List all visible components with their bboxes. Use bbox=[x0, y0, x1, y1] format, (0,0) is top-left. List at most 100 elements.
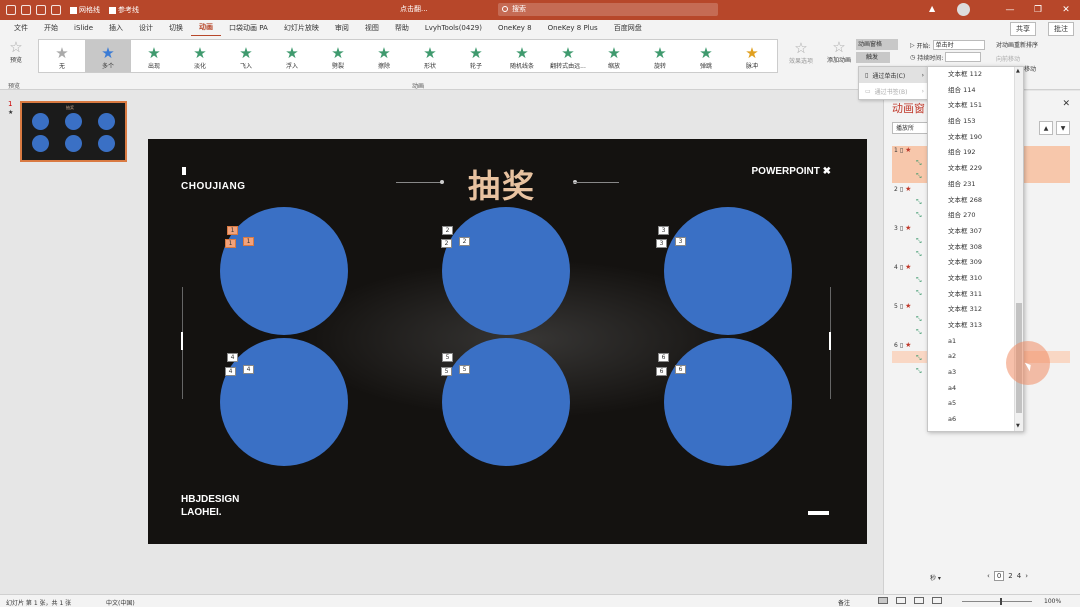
notes-button[interactable]: 备注 bbox=[838, 598, 850, 607]
lottery-circle-5[interactable] bbox=[442, 338, 570, 466]
animation-item[interactable]: 5 ▯ ★ bbox=[894, 302, 916, 310]
object-list-item[interactable]: 组合 114 bbox=[928, 83, 1023, 99]
reading-view-icon[interactable] bbox=[914, 597, 924, 604]
lottery-circle-3[interactable] bbox=[664, 207, 792, 335]
animation-effect-5[interactable]: ★ 浮入 bbox=[269, 40, 315, 72]
motion-path-icon[interactable]: ⤡ bbox=[916, 250, 922, 259]
animation-tag[interactable]: 5 bbox=[459, 365, 470, 374]
move-up-icon[interactable]: ▲ bbox=[1039, 121, 1053, 135]
object-list-item[interactable]: a4 bbox=[928, 381, 1023, 397]
slide-main-title[interactable]: 抽奖 bbox=[468, 161, 536, 207]
animation-item[interactable]: 6 ▯ ★ bbox=[894, 341, 916, 349]
avatar[interactable] bbox=[957, 3, 970, 16]
tab-1[interactable]: 开始 bbox=[36, 20, 66, 36]
redo-icon[interactable] bbox=[36, 5, 46, 15]
object-list-item[interactable]: 组合 153 bbox=[928, 114, 1023, 130]
object-list-item[interactable]: 文本框 313 bbox=[928, 318, 1023, 334]
close-button[interactable]: ✕ bbox=[1052, 5, 1080, 15]
animation-effect-15[interactable]: ★ 脉冲 bbox=[729, 40, 775, 72]
close-icon[interactable]: ✕ bbox=[1062, 99, 1070, 109]
tab-9[interactable]: 审阅 bbox=[327, 20, 357, 36]
object-list-item[interactable]: 文本框 268 bbox=[928, 193, 1023, 209]
tab-2[interactable]: iSlide bbox=[66, 20, 101, 36]
tab-15[interactable]: 百度网盘 bbox=[606, 20, 650, 36]
motion-path-icon[interactable]: ⤡ bbox=[916, 367, 922, 376]
zoom-level[interactable]: 100% bbox=[1044, 598, 1061, 605]
start-select[interactable]: 单击时 bbox=[932, 40, 985, 50]
slide-canvas[interactable]: CHOUJIANG 抽奖 POWERPOINT ✖ 1 1 1 2 2 2 3 … bbox=[148, 139, 867, 544]
animation-pane-button[interactable]: 动画窗格 bbox=[856, 39, 898, 50]
move-earlier-button[interactable]: 向前移动 bbox=[996, 54, 1038, 63]
tab-6[interactable]: 动画 bbox=[191, 19, 222, 37]
animation-effect-0[interactable]: ★ 无 bbox=[39, 40, 85, 72]
language-indicator[interactable]: 中文(中国) bbox=[106, 598, 135, 607]
tab-10[interactable]: 视图 bbox=[357, 20, 387, 36]
object-list-item[interactable]: 文本框 190 bbox=[928, 130, 1023, 146]
object-list-item[interactable]: 文本框 309 bbox=[928, 255, 1023, 271]
add-animation-button[interactable]: ☆ 添加动画 bbox=[824, 40, 854, 65]
present-icon[interactable] bbox=[51, 5, 61, 15]
animation-tag[interactable]: 2 bbox=[459, 237, 470, 246]
animation-effect-11[interactable]: ★ 翻转式由远... bbox=[545, 40, 591, 72]
animation-tag[interactable]: 4 bbox=[243, 365, 254, 374]
animation-tag[interactable]: 1 bbox=[225, 239, 236, 248]
tab-14[interactable]: OneKey 8 Plus bbox=[540, 20, 606, 36]
share-button[interactable]: 共享 bbox=[1010, 22, 1036, 36]
effect-options-button[interactable]: ☆ 效果选项 bbox=[786, 41, 816, 66]
animation-effect-14[interactable]: ★ 弹跳 bbox=[683, 40, 729, 72]
save-icon[interactable] bbox=[6, 5, 16, 15]
object-list-item[interactable]: 组合 192 bbox=[928, 145, 1023, 161]
tab-3[interactable]: 插入 bbox=[101, 20, 131, 36]
lottery-circle-6[interactable] bbox=[664, 338, 792, 466]
slide-left-title[interactable]: CHOUJIANG bbox=[181, 181, 246, 192]
warning-icon[interactable]: ▲ bbox=[929, 4, 935, 13]
motion-path-icon[interactable]: ⤡ bbox=[916, 289, 922, 298]
trigger-button[interactable]: 触发 bbox=[856, 52, 890, 63]
zoom-slider-knob[interactable] bbox=[1000, 598, 1002, 605]
animation-tag[interactable]: 2 bbox=[442, 226, 453, 235]
object-list-item[interactable]: a5 bbox=[928, 396, 1023, 412]
object-list-item[interactable]: 文本框 310 bbox=[928, 271, 1023, 287]
duration-input[interactable] bbox=[945, 52, 982, 62]
tab-11[interactable]: 帮助 bbox=[387, 20, 417, 36]
motion-path-icon[interactable]: ⤡ bbox=[916, 276, 922, 285]
animation-tag[interactable]: 1 bbox=[243, 237, 254, 246]
preview-button[interactable]: ☆ 预览 bbox=[4, 40, 28, 65]
motion-path-icon[interactable]: ⤡ bbox=[916, 172, 922, 181]
guides-checkbox[interactable]: 参考线 bbox=[109, 5, 139, 15]
normal-view-icon[interactable] bbox=[878, 597, 888, 604]
seconds-dropdown[interactable]: 秒 ▾ bbox=[930, 573, 941, 582]
object-list-item[interactable]: 文本框 311 bbox=[928, 287, 1023, 303]
object-list-item[interactable]: 文本框 151 bbox=[928, 98, 1023, 114]
object-list-item[interactable]: 文本框 308 bbox=[928, 240, 1023, 256]
tab-12[interactable]: LvyhTools(0429) bbox=[417, 20, 490, 36]
animation-item[interactable]: 1 ▯ ★ bbox=[894, 146, 916, 154]
animation-tag[interactable]: 6 bbox=[658, 353, 669, 362]
object-list-item[interactable]: 文本框 312 bbox=[928, 302, 1023, 318]
motion-path-icon[interactable]: ⤡ bbox=[916, 198, 922, 207]
animation-effect-9[interactable]: ★ 轮子 bbox=[453, 40, 499, 72]
slide-thumbnail[interactable]: 抽奖 bbox=[20, 101, 127, 162]
scroll-down-icon[interactable]: ▼ bbox=[1016, 423, 1020, 429]
motion-path-icon[interactable]: ⤡ bbox=[916, 211, 922, 220]
move-later-button[interactable]: 移动 bbox=[1022, 66, 1038, 75]
animation-tag[interactable]: 3 bbox=[656, 239, 667, 248]
animation-effect-1[interactable]: ★ 多个 bbox=[85, 40, 131, 72]
animation-tag[interactable]: 3 bbox=[675, 237, 686, 246]
trigger-on-click-item[interactable]: ▯ 通过单击(C) › bbox=[859, 67, 927, 83]
animation-tag[interactable]: 6 bbox=[656, 367, 667, 376]
object-list-item[interactable]: 组合 270 bbox=[928, 208, 1023, 224]
animation-tag[interactable]: 6 bbox=[675, 365, 686, 374]
restore-button[interactable]: ❐ bbox=[1024, 5, 1052, 15]
animation-effect-12[interactable]: ★ 缩放 bbox=[591, 40, 637, 72]
comment-button[interactable]: 批注 bbox=[1048, 22, 1074, 36]
lottery-circle-1[interactable] bbox=[220, 207, 348, 335]
sorter-view-icon[interactable] bbox=[896, 597, 906, 604]
object-list-item[interactable]: 文本框 307 bbox=[928, 224, 1023, 240]
object-list-item[interactable]: 组合 231 bbox=[928, 177, 1023, 193]
scroll-up-icon[interactable]: ▲ bbox=[1016, 68, 1020, 74]
search-box[interactable]: 搜索 bbox=[498, 3, 718, 16]
animation-effect-3[interactable]: ★ 淡化 bbox=[177, 40, 223, 72]
gridlines-checkbox[interactable]: 网格线 bbox=[70, 5, 100, 15]
tab-5[interactable]: 切换 bbox=[161, 20, 191, 36]
